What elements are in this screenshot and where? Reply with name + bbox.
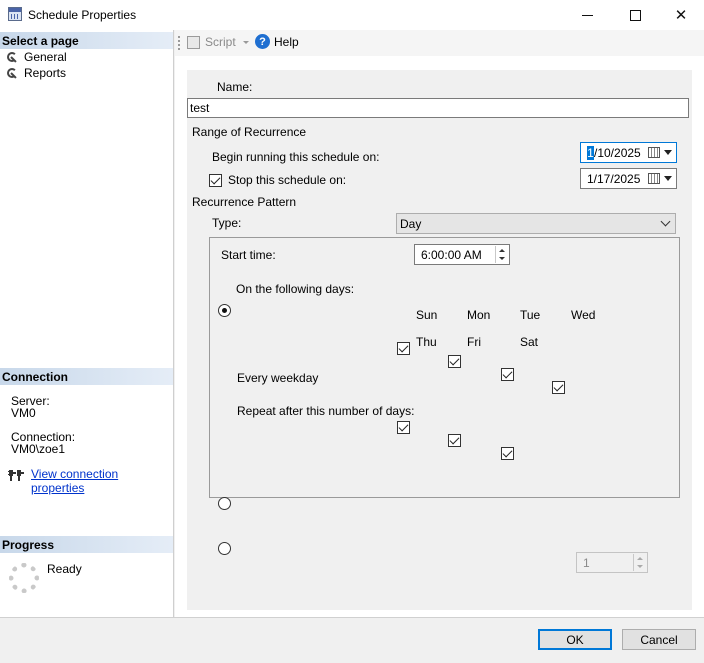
begin-running-label: Begin running this schedule on: [212,150,380,164]
type-value: Day [400,216,422,231]
start-time-label: Start time: [221,248,276,262]
type-label: Type: [212,216,242,230]
repeat-days-value: 1 [583,555,590,570]
general-page: Name: Range of Recurrence Begin running … [187,70,692,610]
maximize-button[interactable] [612,0,658,30]
ok-button[interactable]: OK [538,629,612,650]
begin-date-value: /10/2025 [594,145,641,160]
toolbar-grip-icon [178,36,180,50]
name-label: Name: [217,80,253,94]
spinner-arrows-icon[interactable] [633,554,646,571]
cancel-button[interactable]: Cancel [622,629,696,650]
daily-frequency-group: Start time: 6:00:00 AM On the following … [209,237,680,573]
page-item-label: Reports [24,66,67,80]
dropdown-arrow-icon [664,150,672,155]
day-label-tue: Tue [520,308,541,322]
every-weekday-label: Every weekday [237,371,319,385]
close-icon: ✕ [674,7,688,24]
day-label-fri: Fri [467,335,481,349]
script-button[interactable]: Script [187,35,236,49]
wrench-icon [6,67,18,79]
page-item-label: General [24,50,67,64]
connection-header: Connection [0,368,173,385]
stop-date-picker[interactable]: 1/17/2025 [580,168,677,189]
wrench-icon [6,51,18,63]
toolbar: Script ? Help [175,30,704,56]
chevron-down-icon [660,216,671,227]
calendar-icon [648,173,660,184]
left-panel: Select a page General Reports Connection… [0,30,174,617]
connection-plug-icon [8,470,24,481]
view-connection-properties-link[interactable]: View connection properties [31,467,173,495]
day-checkbox-thu[interactable] [397,421,410,434]
help-button[interactable]: ? Help [255,34,299,49]
begin-date-picker[interactable]: 1 /10/2025 [580,142,677,163]
progress-status: Ready [47,562,82,576]
window-title: Schedule Properties [28,8,137,22]
recurrence-pattern-header: Recurrence Pattern [192,195,297,209]
script-label: Script [205,35,236,49]
range-of-recurrence-header: Range of Recurrence [192,125,307,139]
select-page-header: Select a page [0,32,173,49]
stop-schedule-checkbox[interactable] [209,174,222,187]
repeat-days-radio[interactable] [218,542,231,555]
every-weekday-radio[interactable] [218,497,231,510]
maximize-icon [629,9,641,21]
day-label-sun: Sun [416,308,438,322]
start-time-spinner[interactable]: 6:00:00 AM [414,244,510,265]
day-checkbox-tue[interactable] [501,368,514,381]
name-input[interactable] [187,98,689,118]
close-button[interactable]: ✕ [658,0,704,30]
day-checkbox-sat[interactable] [501,447,514,460]
calendar-icon [648,147,660,158]
minimize-icon [581,14,593,16]
start-time-value: 6:00:00 AM [421,247,482,262]
day-checkbox-sun[interactable] [397,342,410,355]
repeat-days-label: Repeat after this number of days: [237,404,415,418]
day-checkbox-fri[interactable] [448,434,461,447]
following-days-radio[interactable] [218,304,231,317]
repeat-days-spinner[interactable]: 1 [576,552,648,573]
button-bar: OK Cancel [0,617,704,663]
following-days-label: On the following days: [236,282,355,296]
type-select[interactable]: Day [396,213,676,234]
day-label-mon: Mon [467,308,491,322]
script-dropdown-icon[interactable] [243,41,249,44]
connection-value: VM0\zoe1 [11,442,66,456]
server-value: VM0 [11,406,36,420]
day-label-wed: Wed [571,308,596,322]
dropdown-arrow-icon [664,176,672,181]
schedule-app-icon [8,7,22,21]
help-label: Help [274,34,299,49]
stop-schedule-label: Stop this schedule on: [228,173,347,187]
progress-header: Progress [0,536,173,553]
page-item-reports[interactable]: Reports [6,65,66,81]
content-area: Name: Range of Recurrence Begin running … [175,56,704,617]
spinner-arrows-icon[interactable] [495,246,508,263]
stop-date-value: 1/17/2025 [587,171,641,186]
day-label-thu: Thu [416,335,437,349]
script-icon [187,35,200,49]
day-label-sat: Sat [520,335,539,349]
page-item-general[interactable]: General [6,49,67,65]
day-checkbox-mon[interactable] [448,355,461,368]
progress-spinner-icon [9,563,39,593]
title-bar: Schedule Properties ✕ [0,0,704,30]
begin-date-selected-part: 1 [587,145,594,160]
help-icon: ? [255,34,270,49]
day-checkbox-wed[interactable] [552,381,565,394]
minimize-button[interactable] [564,0,610,30]
